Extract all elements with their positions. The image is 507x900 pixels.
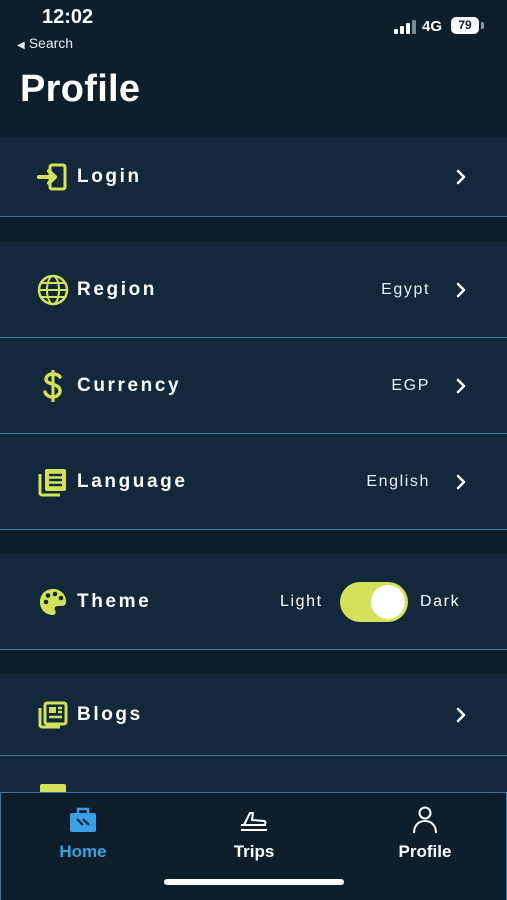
language-icon: [37, 466, 69, 498]
blogs-row[interactable]: Blogs: [0, 674, 507, 756]
chevron-right-icon: [456, 378, 466, 393]
blogs-icon: [37, 699, 69, 731]
home-indicator: [164, 879, 344, 885]
signal-icon: [394, 20, 416, 34]
region-value: Egypt: [381, 280, 430, 298]
battery-tip: [481, 22, 484, 29]
theme-label: Theme: [77, 590, 152, 612]
language-label: Language: [77, 470, 188, 492]
blogs-label: Blogs: [77, 703, 143, 725]
login-label: Login: [77, 165, 142, 187]
network-type: 4G: [422, 18, 443, 35]
currency-row[interactable]: Currency EGP: [0, 338, 507, 434]
currency-label: Currency: [77, 374, 182, 396]
region-row[interactable]: Region Egypt: [0, 242, 507, 338]
theme-light-label: Light: [280, 592, 323, 610]
language-value: English: [366, 472, 430, 490]
page-title: Profile: [20, 68, 141, 110]
back-to-search-link[interactable]: ◀ Search: [17, 35, 73, 51]
login-row[interactable]: Login: [0, 137, 507, 217]
palette-icon: [37, 586, 69, 618]
dollar-icon: [37, 369, 69, 402]
status-time: 12:02: [42, 6, 94, 28]
tab-profile-label: Profile: [398, 842, 452, 861]
toggle-knob: [371, 584, 405, 619]
chevron-right-icon: [456, 474, 466, 489]
globe-icon: [37, 274, 69, 306]
theme-row: Theme Light Dark: [0, 554, 507, 650]
chevron-right-icon: [456, 707, 466, 722]
region-label: Region: [77, 278, 157, 300]
plane-icon: [241, 812, 267, 831]
person-icon: [413, 806, 437, 834]
currency-value: EGP: [391, 376, 430, 394]
tab-trips-label: Trips: [233, 842, 275, 861]
theme-toggle[interactable]: [340, 581, 408, 622]
chevron-right-icon: [456, 282, 466, 297]
battery-icon: 79: [451, 17, 479, 34]
theme-dark-label: Dark: [420, 592, 461, 610]
login-icon: [37, 161, 69, 193]
chevron-right-icon: [456, 169, 466, 184]
language-row[interactable]: Language English: [0, 434, 507, 530]
tab-home-label: Home: [59, 842, 107, 861]
status-bar: 12:02 ◀ Search 4G 79: [0, 0, 507, 56]
tab-trips[interactable]: Trips: [194, 805, 314, 862]
tab-profile[interactable]: Profile: [365, 805, 485, 862]
tab-home[interactable]: Home: [23, 805, 143, 862]
back-triangle-icon: ◀: [17, 40, 25, 51]
home-luggage-icon: [70, 807, 96, 832]
back-label: Search: [28, 35, 74, 51]
